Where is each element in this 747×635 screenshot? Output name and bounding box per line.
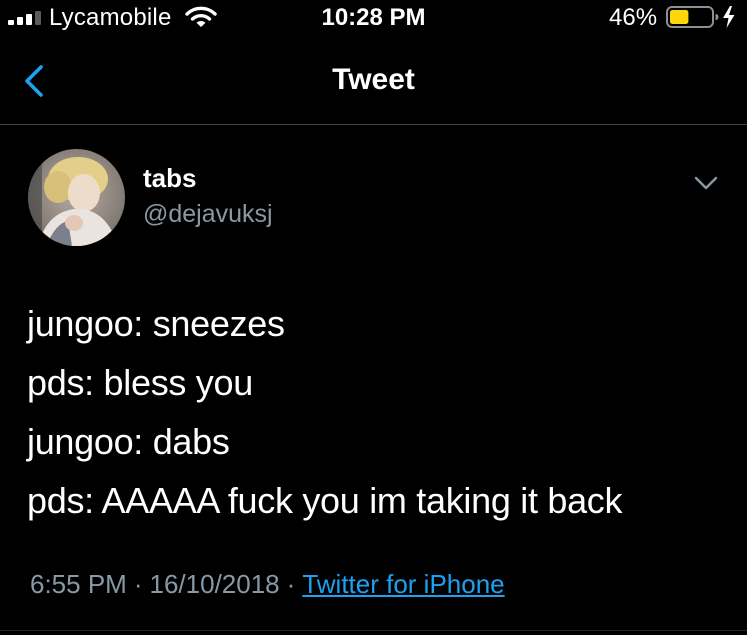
tweet-line: pds: AAAAA fuck you im taking it back bbox=[27, 480, 623, 521]
nav-bar: Tweet bbox=[0, 36, 747, 125]
tweet-line: jungoo: dabs bbox=[27, 421, 230, 462]
tweet-time: 6:55 PM bbox=[30, 569, 127, 599]
tweet-line: pds: bless you bbox=[27, 362, 253, 403]
status-bar: Lycamobile 10:28 PM 46% bbox=[0, 0, 747, 36]
author-display-name[interactable]: tabs bbox=[143, 163, 196, 193]
avatar-image bbox=[28, 149, 125, 246]
separator-dot: · bbox=[133, 569, 143, 599]
battery-icon bbox=[666, 6, 735, 28]
divider bbox=[0, 630, 747, 631]
chevron-down-icon bbox=[694, 176, 718, 190]
tweet-metadata: 6:55 PM · 16/10/2018 · Twitter for iPhone bbox=[30, 569, 505, 599]
battery-percent: 46% bbox=[609, 4, 658, 31]
page-title: Tweet bbox=[332, 63, 415, 96]
bolt-icon bbox=[723, 6, 735, 28]
tweet: tabs @dejavuksj jungoo: sneezes pds: ble… bbox=[0, 125, 747, 635]
tweet-source-link[interactable]: Twitter for iPhone bbox=[302, 569, 504, 599]
tweet-line: jungoo: sneezes bbox=[27, 303, 285, 344]
separator-dot: · bbox=[286, 569, 296, 599]
tweet-text: jungoo: sneezes pds: bless you jungoo: d… bbox=[27, 294, 727, 530]
tweet-date: 16/10/2018 bbox=[149, 569, 280, 599]
tweet-menu-button[interactable] bbox=[684, 165, 728, 201]
avatar[interactable] bbox=[28, 149, 125, 246]
battery-fill bbox=[670, 10, 689, 24]
author-handle[interactable]: @dejavuksj bbox=[143, 199, 273, 229]
